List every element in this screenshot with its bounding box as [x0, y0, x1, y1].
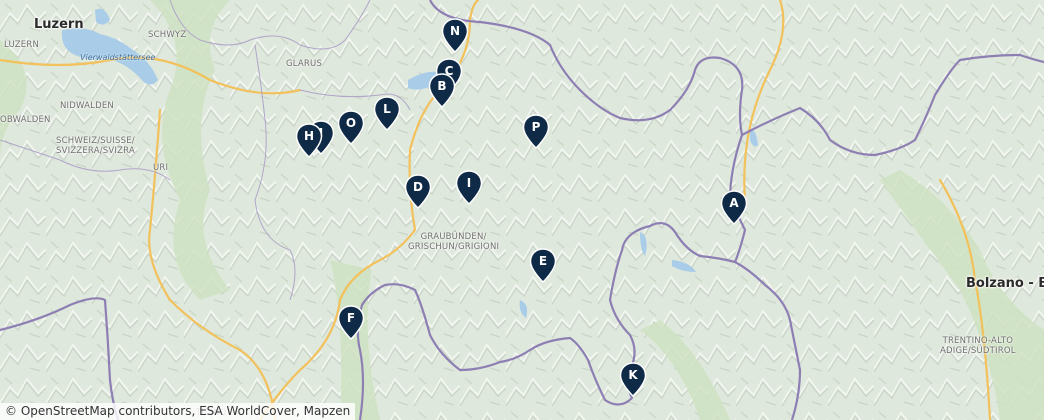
- marker-label: N: [449, 24, 461, 38]
- map-marker-b[interactable]: B: [428, 73, 456, 109]
- map-marker-l[interactable]: L: [373, 96, 401, 132]
- marker-label: D: [413, 180, 423, 194]
- map-marker-f[interactable]: F: [337, 305, 365, 341]
- marker-label: O: [345, 116, 357, 130]
- map-marker-h[interactable]: H: [295, 123, 323, 159]
- marker-label: H: [303, 129, 315, 143]
- marker-label: B: [437, 79, 447, 93]
- marker-label: K: [628, 368, 638, 382]
- map-marker-p[interactable]: P: [522, 114, 550, 150]
- terrain-layer: [0, 0, 1044, 420]
- map-marker-k[interactable]: K: [619, 362, 647, 398]
- marker-label: F: [346, 311, 356, 325]
- marker-label: E: [538, 254, 548, 268]
- marker-label: P: [531, 120, 541, 134]
- map-marker-e[interactable]: E: [529, 248, 557, 284]
- marker-label: L: [383, 102, 391, 116]
- map-marker-a[interactable]: A: [720, 190, 748, 226]
- map-marker-n[interactable]: N: [441, 18, 469, 54]
- marker-label: A: [729, 196, 739, 210]
- map-marker-o[interactable]: O: [337, 110, 365, 146]
- marker-label: I: [466, 176, 472, 190]
- map-marker-d[interactable]: D: [404, 174, 432, 210]
- map-attribution[interactable]: © OpenStreetMap contributors, ESA WorldC…: [0, 403, 356, 420]
- map-canvas[interactable]: Luzern LUZERN Vierwaldstättersee SCHWYZ …: [0, 0, 1044, 420]
- map-marker-i[interactable]: I: [455, 170, 483, 206]
